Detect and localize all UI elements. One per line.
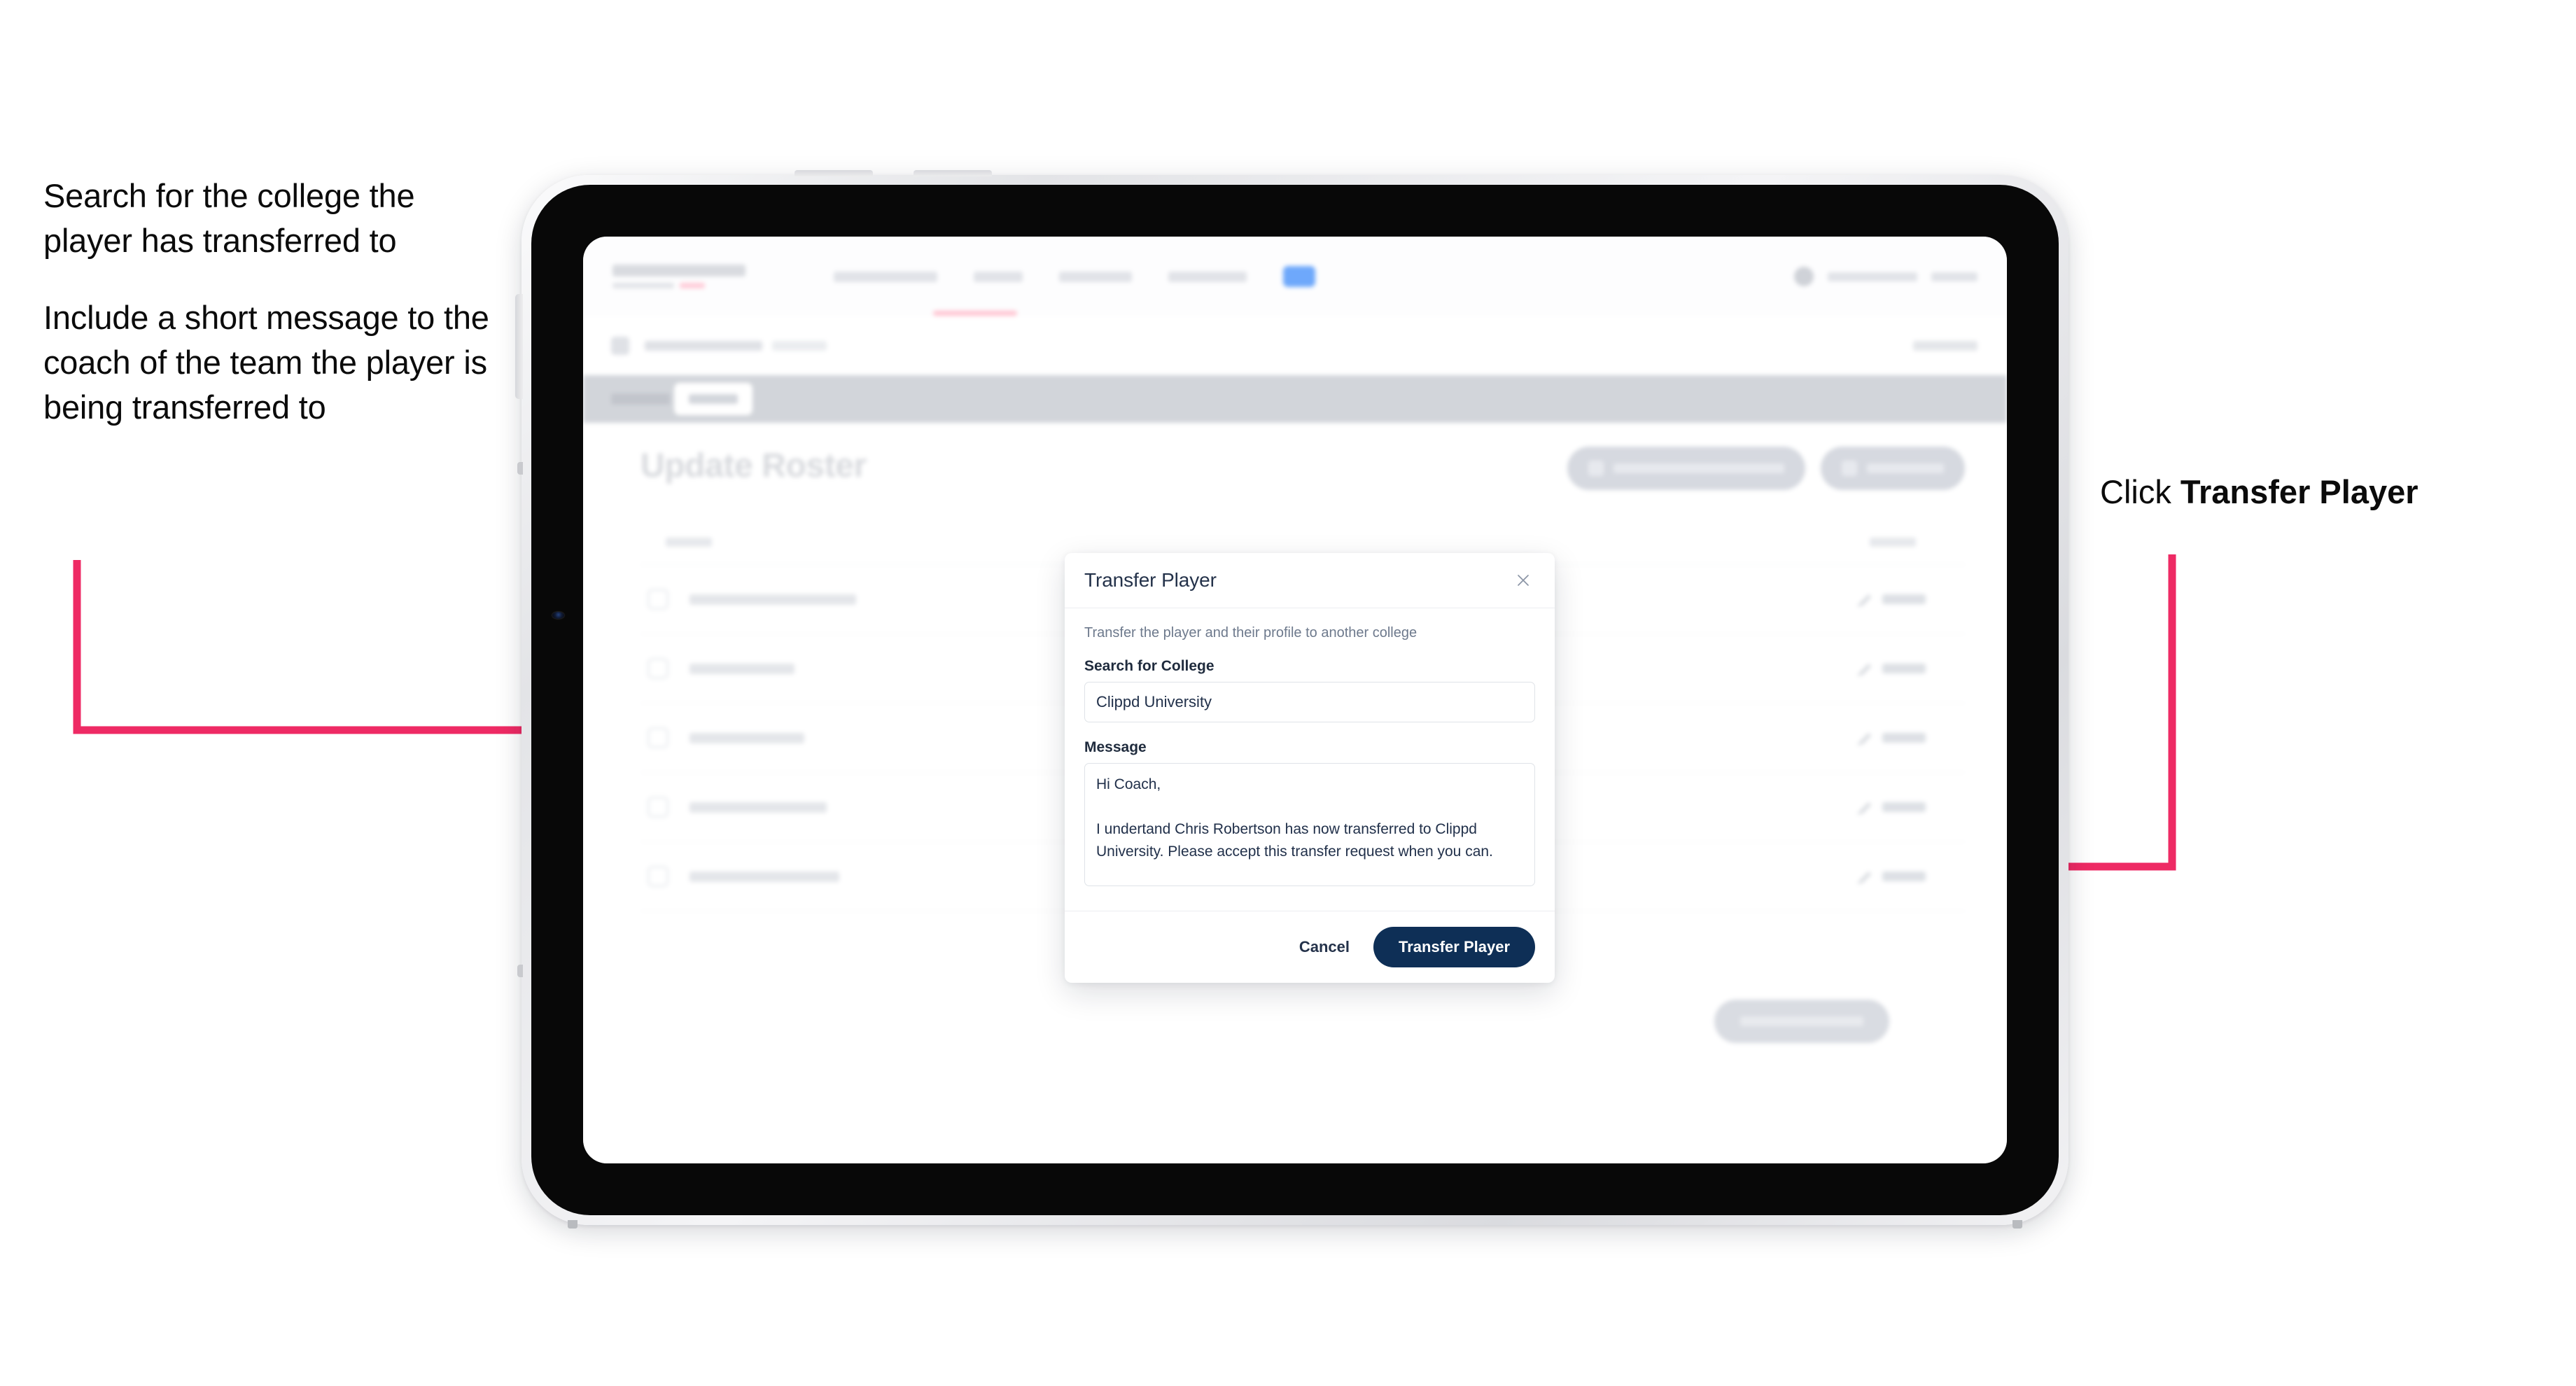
side-button-upper[interactable] bbox=[517, 462, 523, 475]
player-name bbox=[690, 732, 804, 743]
college-search-input[interactable] bbox=[1084, 682, 1535, 722]
nav-item-1[interactable] bbox=[834, 271, 937, 282]
tab-roster[interactable] bbox=[674, 383, 752, 415]
left-annotation-line-1: Search for the college the player has tr… bbox=[43, 177, 415, 259]
device-screen: Update Roster Transfer Player Transfer t… bbox=[583, 237, 2007, 1163]
left-annotation-line-2: Include a short message to the coach of … bbox=[43, 298, 489, 426]
breadcrumb-icon bbox=[611, 337, 629, 355]
sign-out-link[interactable] bbox=[1931, 272, 1977, 281]
device-foot-left bbox=[568, 1220, 578, 1228]
breadcrumb-item-1[interactable] bbox=[645, 341, 762, 351]
edit-link[interactable] bbox=[1857, 869, 1926, 884]
message-textarea[interactable]: Hi Coach, I undertand Chris Robertson ha… bbox=[1084, 763, 1535, 886]
right-annotation-prefix: Click bbox=[2100, 473, 2180, 510]
edit-link[interactable] bbox=[1857, 799, 1926, 815]
pencil-icon bbox=[1857, 594, 1872, 607]
request-roster-update-button[interactable] bbox=[1567, 447, 1805, 490]
breadcrumb-cancel-link[interactable] bbox=[1913, 341, 1977, 351]
close-icon[interactable] bbox=[1511, 568, 1535, 592]
row-checkbox[interactable] bbox=[648, 866, 668, 887]
modal-title: Transfer Player bbox=[1084, 569, 1217, 591]
row-checkbox[interactable] bbox=[648, 589, 668, 610]
column-header-name bbox=[666, 537, 712, 547]
tab-schedule[interactable] bbox=[611, 393, 670, 405]
edit-link[interactable] bbox=[1857, 730, 1926, 746]
row-checkbox[interactable] bbox=[648, 658, 668, 679]
row-checkbox[interactable] bbox=[648, 727, 668, 748]
transfer-player-button[interactable]: Transfer Player bbox=[1373, 927, 1535, 967]
app-main-nav bbox=[834, 266, 1315, 287]
front-camera-icon bbox=[552, 612, 564, 619]
device-bezel: Update Roster Transfer Player Transfer t… bbox=[531, 185, 2059, 1215]
section-tabs bbox=[583, 375, 2007, 423]
page-title: Update Roster bbox=[640, 447, 867, 484]
tablet-device-mockup: Update Roster Transfer Player Transfer t… bbox=[515, 170, 2068, 1228]
message-field-label: Message bbox=[1084, 739, 1147, 755]
nav-item-4[interactable] bbox=[1168, 271, 1247, 282]
app-account-area bbox=[1794, 267, 1977, 286]
right-annotation-strong: Transfer Player bbox=[2180, 473, 2418, 510]
player-name bbox=[690, 663, 794, 674]
plus-icon bbox=[1842, 461, 1857, 476]
app-logo[interactable] bbox=[612, 265, 746, 288]
player-name bbox=[690, 871, 839, 882]
transfer-player-modal: Transfer Player Transfer the player and … bbox=[1065, 553, 1555, 983]
player-name bbox=[690, 802, 827, 813]
refresh-icon bbox=[1588, 461, 1604, 476]
edit-link[interactable] bbox=[1857, 661, 1926, 676]
nav-item-5-active[interactable] bbox=[1283, 266, 1315, 287]
modal-footer: Cancel Transfer Player bbox=[1065, 911, 1555, 983]
edit-link[interactable] bbox=[1857, 592, 1926, 607]
power-button[interactable] bbox=[515, 294, 523, 399]
avatar[interactable] bbox=[1794, 267, 1814, 286]
modal-body: Transfer the player and their profile to… bbox=[1065, 608, 1555, 911]
side-button-lower[interactable] bbox=[517, 965, 523, 977]
cancel-button[interactable]: Cancel bbox=[1295, 932, 1354, 962]
nav-active-underline bbox=[933, 311, 1017, 316]
college-field-label: Search for College bbox=[1084, 658, 1214, 674]
column-header-edit bbox=[1870, 537, 1916, 547]
left-annotation-text: Search for the college the player has tr… bbox=[43, 174, 491, 430]
volume-down-button[interactable] bbox=[913, 170, 992, 176]
nav-item-3[interactable] bbox=[1059, 271, 1132, 282]
pencil-icon bbox=[1857, 732, 1872, 746]
nav-item-2[interactable] bbox=[974, 271, 1023, 282]
pencil-icon bbox=[1857, 663, 1872, 676]
breadcrumb-item-2[interactable] bbox=[772, 341, 827, 351]
page-header-actions bbox=[1567, 447, 1965, 490]
save-roster-changes-button[interactable] bbox=[1714, 1000, 1889, 1043]
breadcrumb bbox=[583, 316, 2007, 376]
volume-up-button[interactable] bbox=[794, 170, 873, 176]
device-foot-right bbox=[2012, 1220, 2022, 1228]
modal-header: Transfer Player bbox=[1065, 553, 1555, 608]
pencil-icon bbox=[1857, 871, 1872, 884]
app-top-navbar bbox=[583, 237, 2007, 317]
row-checkbox[interactable] bbox=[648, 797, 668, 818]
pencil-icon bbox=[1857, 802, 1872, 815]
player-name bbox=[690, 594, 856, 605]
right-annotation-text: Click Transfer Player bbox=[2100, 470, 2520, 513]
modal-description: Transfer the player and their profile to… bbox=[1084, 625, 1418, 640]
account-email bbox=[1828, 272, 1917, 281]
add-player-button[interactable] bbox=[1821, 447, 1965, 490]
